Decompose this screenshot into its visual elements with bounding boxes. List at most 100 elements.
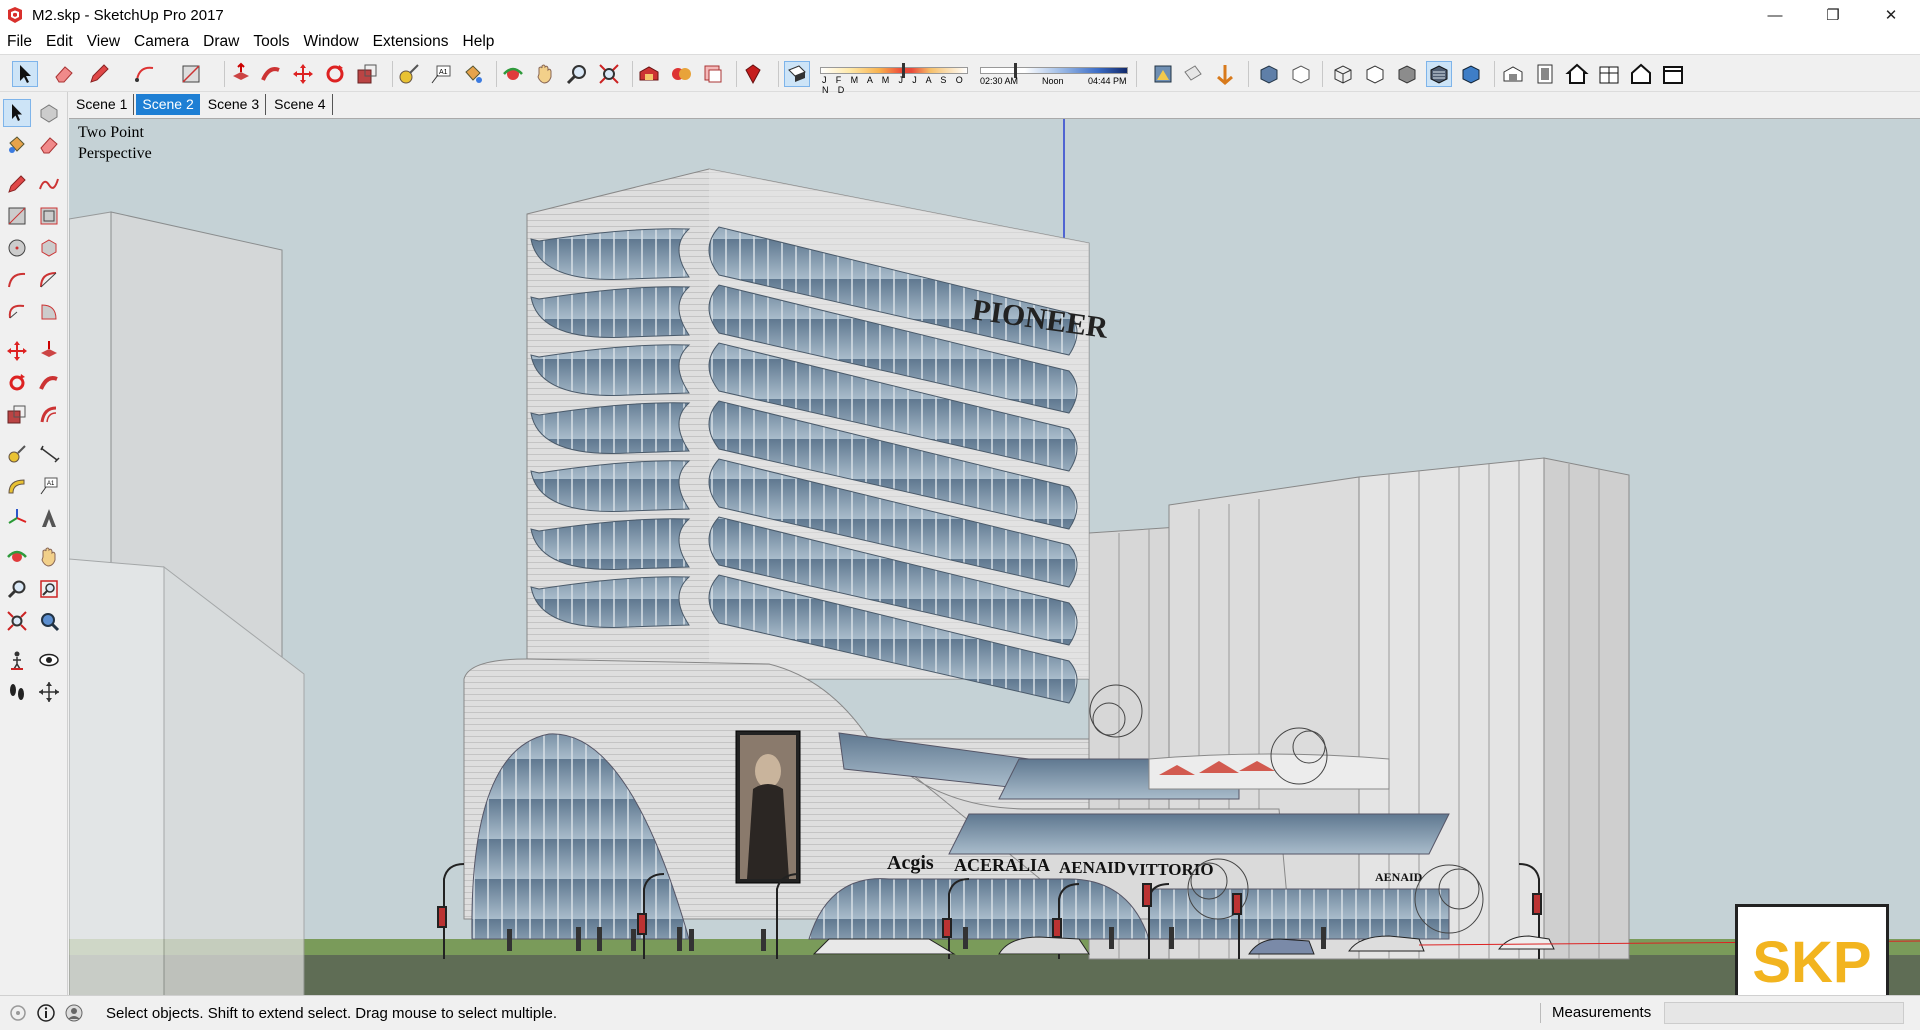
rotate-tool-icon[interactable] <box>3 369 31 397</box>
menu-tools[interactable]: Tools <box>246 30 296 54</box>
xray-icon[interactable] <box>1256 61 1282 87</box>
view-front-icon[interactable] <box>1564 61 1590 87</box>
move-tool-icon[interactable] <box>3 337 31 365</box>
section-display-icon[interactable] <box>1212 61 1238 87</box>
tape-measure-tool-icon[interactable] <box>3 440 31 468</box>
move-icon[interactable] <box>290 61 316 87</box>
rectangle-icon[interactable] <box>178 61 204 87</box>
rotated-rectangle-icon[interactable] <box>35 202 63 230</box>
menu-extensions[interactable]: Extensions <box>366 30 456 54</box>
maximize-button[interactable]: ❐ <box>1804 0 1862 30</box>
zoom-icon[interactable] <box>564 61 590 87</box>
sketchup-app-icon[interactable] <box>6 6 24 24</box>
view-left-icon[interactable] <box>1660 61 1686 87</box>
menu-camera[interactable]: Camera <box>127 30 196 54</box>
push-pull-tool-icon[interactable] <box>35 337 63 365</box>
3d-text-tool-icon[interactable] <box>35 504 63 532</box>
zoom-extents-icon[interactable] <box>596 61 622 87</box>
select-icon[interactable] <box>12 61 38 87</box>
minimize-button[interactable]: — <box>1746 0 1804 30</box>
menu-file[interactable]: File <box>0 30 39 54</box>
offset-tool-icon[interactable] <box>35 401 63 429</box>
pie-tool-icon[interactable] <box>35 298 63 326</box>
extension-warehouse-icon[interactable] <box>668 61 694 87</box>
model-render[interactable]: PIONEER Acgis ACERALIA AENAID VITTORIO A… <box>69 119 1920 995</box>
view-back-icon[interactable] <box>1628 61 1654 87</box>
rotate-icon[interactable] <box>322 61 348 87</box>
view-right-icon[interactable] <box>1596 61 1622 87</box>
scene-tab-3[interactable]: Scene 3 <box>202 94 267 115</box>
freehand-tool-icon[interactable] <box>35 170 63 198</box>
previous-view-icon[interactable] <box>35 607 63 635</box>
layout-icon[interactable] <box>700 61 726 87</box>
push-pull-icon[interactable] <box>228 61 254 87</box>
follow-me-tool-icon[interactable] <box>35 369 63 397</box>
protractor-tool-icon[interactable] <box>3 472 31 500</box>
menu-draw[interactable]: Draw <box>196 30 246 54</box>
walk-icon[interactable] <box>3 678 31 706</box>
view-top-icon[interactable] <box>1532 61 1558 87</box>
main-tower[interactable] <box>526 168 1090 704</box>
select-tool-icon[interactable] <box>3 99 31 127</box>
wireframe-icon[interactable] <box>1330 61 1356 87</box>
dimension-tool-icon[interactable] <box>35 440 63 468</box>
arc-tool-icon[interactable] <box>3 266 31 294</box>
translucent-building-left[interactable] <box>69 211 305 995</box>
zoom-window-tool-icon[interactable] <box>35 575 63 603</box>
warehouse-icon[interactable] <box>636 61 662 87</box>
shadow-time-slider[interactable]: 02:30 AM Noon 04:44 PM <box>980 63 1128 87</box>
user-account-icon[interactable] <box>64 1003 84 1023</box>
paint-bucket-tool-icon[interactable] <box>3 131 31 159</box>
measurements-input[interactable] <box>1664 1002 1904 1024</box>
arc-icon[interactable] <box>132 61 158 87</box>
position-camera-icon[interactable] <box>3 646 31 674</box>
menu-help[interactable]: Help <box>456 30 502 54</box>
close-button[interactable]: ✕ <box>1862 0 1920 30</box>
monochrome-icon[interactable] <box>1458 61 1484 87</box>
text-icon[interactable]: A1 <box>428 61 454 87</box>
polygon-tool-icon[interactable] <box>35 234 63 262</box>
ruby-icon[interactable] <box>740 61 766 87</box>
styles-icon[interactable] <box>1150 61 1176 87</box>
paint-bucket-icon[interactable] <box>460 61 486 87</box>
shaded-icon[interactable] <box>1394 61 1420 87</box>
info-icon[interactable] <box>36 1003 56 1023</box>
scale-tool-icon[interactable] <box>3 401 31 429</box>
shaded-textures-icon[interactable] <box>1426 61 1452 87</box>
back-edges-icon[interactable] <box>1288 61 1314 87</box>
view-iso-icon[interactable] <box>1500 61 1526 87</box>
look-around-icon[interactable] <box>35 646 63 674</box>
scene-tab-1[interactable]: Scene 1 <box>70 94 135 115</box>
section-plane-tool-icon[interactable] <box>35 678 63 706</box>
orbit-icon[interactable] <box>500 61 526 87</box>
geo-location-icon[interactable] <box>8 1003 28 1023</box>
scene-tab-2[interactable]: Scene 2 <box>136 94 200 115</box>
orbit-tool-icon[interactable] <box>3 543 31 571</box>
pan-tool-icon[interactable] <box>35 543 63 571</box>
pan-icon[interactable] <box>532 61 558 87</box>
follow-me-icon[interactable] <box>258 61 284 87</box>
rectangle-tool-icon[interactable] <box>3 202 31 230</box>
text-tool-icon[interactable]: A1 <box>35 472 63 500</box>
model-viewport[interactable]: PIONEER Acgis ACERALIA AENAID VITTORIO A… <box>69 118 1920 995</box>
menu-window[interactable]: Window <box>297 30 366 54</box>
two-point-arc-icon[interactable] <box>35 266 63 294</box>
scene-tab-4[interactable]: Scene 4 <box>268 94 333 115</box>
shadow-month-slider[interactable]: J F M A M J J A S O N D <box>820 63 968 95</box>
zoom-extents-tool-icon[interactable] <box>3 607 31 635</box>
zoom-tool-icon[interactable] <box>3 575 31 603</box>
line-tool-icon[interactable] <box>3 170 31 198</box>
scale-icon[interactable] <box>354 61 380 87</box>
axes-tool-icon[interactable] <box>3 504 31 532</box>
three-point-arc-icon[interactable] <box>3 298 31 326</box>
menu-edit[interactable]: Edit <box>39 30 80 54</box>
section-plane-icon[interactable] <box>1180 61 1206 87</box>
eraser-tool-icon[interactable] <box>35 131 63 159</box>
tape-measure-icon[interactable] <box>396 61 422 87</box>
component-icon[interactable] <box>35 99 63 127</box>
eraser-icon[interactable] <box>51 61 77 87</box>
hidden-line-icon[interactable] <box>1362 61 1388 87</box>
menu-view[interactable]: View <box>80 30 127 54</box>
shadows-toggle-icon[interactable] <box>784 61 810 87</box>
pencil-line-icon[interactable] <box>86 61 112 87</box>
